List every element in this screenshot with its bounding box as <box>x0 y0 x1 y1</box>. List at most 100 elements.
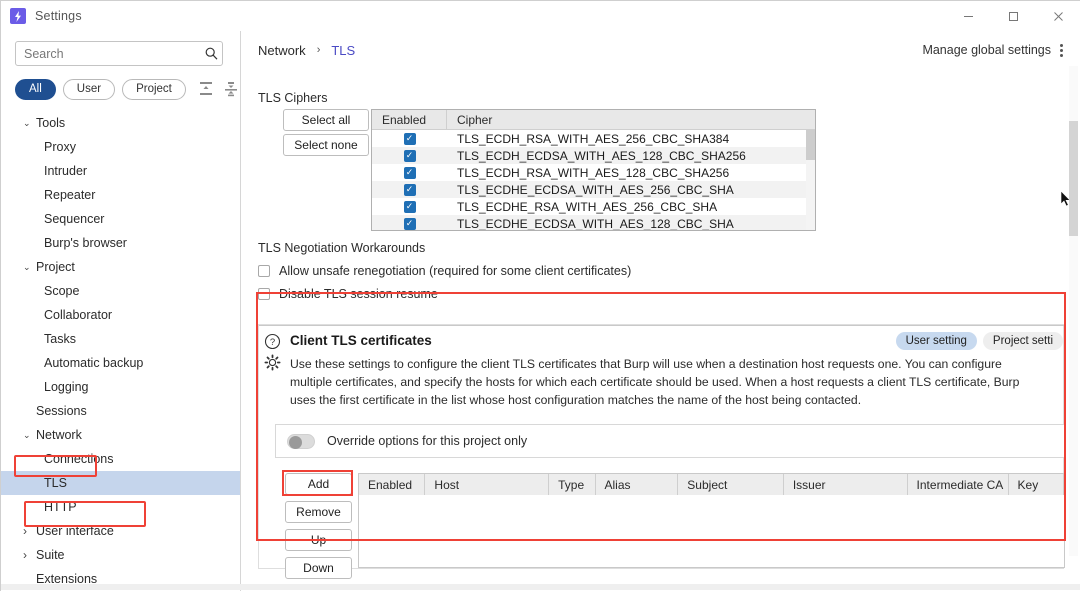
filter-pill-user[interactable]: User <box>62 78 116 100</box>
certificates-col-alias[interactable]: Alias <box>596 474 679 495</box>
sidebar-item-http[interactable]: HTTP <box>1 495 240 519</box>
cipher-scrollbar[interactable] <box>806 130 815 230</box>
cipher-row[interactable]: ✓ TLS_ECDHE_ECDSA_WITH_AES_128_CBC_SHA <box>372 215 815 231</box>
override-toggle[interactable] <box>287 433 315 449</box>
cipher-col-enabled: Enabled <box>372 110 447 130</box>
sidebar-item-tls[interactable]: TLS <box>1 471 240 495</box>
sidebar-item-automatic-backup[interactable]: Automatic backup <box>1 351 240 375</box>
maximize-button[interactable] <box>991 1 1036 31</box>
checkbox-allow-unsafe-renegotiation[interactable] <box>258 265 270 277</box>
sidebar-item-intruder[interactable]: Intruder <box>1 159 240 183</box>
sidebar-item-connections[interactable]: Connections <box>1 447 240 471</box>
sidebar-item-repeater[interactable]: Repeater <box>1 183 240 207</box>
sidebar-item-tools[interactable]: ⌄ Tools <box>1 111 240 135</box>
search-icon <box>200 47 222 60</box>
chevron-down-icon[interactable]: ⌄ <box>23 255 31 279</box>
scope-filter-row: All User Project <box>15 75 237 103</box>
window-title: Settings <box>35 9 82 23</box>
sidebar-item-scope[interactable]: Scope <box>1 279 240 303</box>
certificates-col-type[interactable]: Type <box>549 474 596 495</box>
cipher-name: TLS_ECDHE_RSA_WITH_AES_256_CBC_SHA <box>457 199 718 214</box>
breadcrumb-parent[interactable]: Network <box>258 43 306 58</box>
expand-all-icon[interactable] <box>224 81 238 97</box>
cipher-row[interactable]: ✓ TLS_ECDH_RSA_WITH_AES_128_CBC_SHA256 <box>372 164 815 181</box>
cipher-enabled-checkbox[interactable]: ✓ <box>372 183 447 196</box>
window-controls <box>946 1 1080 31</box>
minimize-button[interactable] <box>946 1 991 31</box>
remove-button[interactable]: Remove <box>285 501 352 523</box>
sidebar-item-label: User interface <box>36 524 114 538</box>
certificates-col-enabled[interactable]: Enabled <box>359 474 426 495</box>
sidebar-item-label: Proxy <box>44 140 76 154</box>
sidebar-item-collaborator[interactable]: Collaborator <box>1 303 240 327</box>
sidebar-item-label: Tools <box>36 116 66 130</box>
sidebar-item-user-interface[interactable]: › User interface <box>1 519 240 543</box>
select-all-button[interactable]: Select all <box>283 109 369 131</box>
sidebar-item-network[interactable]: ⌄ Network <box>1 423 240 447</box>
project-setting-pill[interactable]: Project setti <box>982 332 1063 350</box>
sidebar-item-burp-s-browser[interactable]: Burp's browser <box>1 231 240 255</box>
kebab-menu-icon[interactable] <box>1060 43 1063 57</box>
sidebar-item-sequencer[interactable]: Sequencer <box>1 207 240 231</box>
option-disable-tls-session-resume[interactable]: Disable TLS session resume <box>258 287 438 301</box>
cipher-enabled-checkbox[interactable]: ✓ <box>372 149 447 162</box>
sidebar-item-logging[interactable]: Logging <box>1 375 240 399</box>
sidebar-item-tasks[interactable]: Tasks <box>1 327 240 351</box>
close-button[interactable] <box>1036 1 1080 31</box>
search-box[interactable] <box>15 41 223 66</box>
chevron-right-icon[interactable]: › <box>23 519 27 543</box>
cipher-enabled-checkbox[interactable]: ✓ <box>372 217 447 230</box>
chevron-down-icon[interactable]: ⌄ <box>23 423 31 447</box>
certificates-col-subject[interactable]: Subject <box>678 474 784 495</box>
certificates-col-issuer[interactable]: Issuer <box>784 474 908 495</box>
question-mark-icon[interactable]: ? <box>264 333 281 350</box>
cipher-row[interactable]: ✓ TLS_ECDH_ECDSA_WITH_AES_128_CBC_SHA256 <box>372 147 815 164</box>
chevron-down-icon[interactable]: ⌄ <box>23 111 31 135</box>
certificates-col-host[interactable]: Host <box>425 474 550 495</box>
certificates-col-key[interactable]: Key <box>1009 474 1064 495</box>
main-scrollbar[interactable] <box>1069 66 1078 556</box>
svg-text:?: ? <box>270 337 275 348</box>
certificates-table[interactable]: Enabled Host Type Alias Subject Issuer Interme… <box>358 473 1065 568</box>
add-button[interactable]: Add <box>285 473 352 495</box>
sidebar-item-project[interactable]: ⌄ Project <box>1 255 240 279</box>
cipher-enabled-checkbox[interactable]: ✓ <box>372 132 447 145</box>
chevron-right-icon: › <box>316 44 321 56</box>
filter-pill-all[interactable]: All <box>15 78 56 100</box>
up-button[interactable]: Up <box>285 529 352 551</box>
cipher-enabled-checkbox[interactable]: ✓ <box>372 166 447 179</box>
cipher-row[interactable]: ✓ TLS_ECDHE_ECDSA_WITH_AES_256_CBC_SHA <box>372 181 815 198</box>
checkmark-icon: ✓ <box>403 200 416 213</box>
select-none-button[interactable]: Select none <box>283 134 369 156</box>
breadcrumb: Network › TLS <box>258 39 355 61</box>
certificates-col-intermediate-ca[interactable]: Intermediate CA <box>908 474 1009 495</box>
cipher-row[interactable]: ✓ TLS_ECDH_RSA_WITH_AES_256_CBC_SHA384 <box>372 130 815 147</box>
user-setting-pill[interactable]: User setting <box>895 332 977 350</box>
certificates-table-body[interactable] <box>359 495 1064 567</box>
sidebar-item-label: Logging <box>44 380 89 394</box>
manage-global-settings-button[interactable]: Manage global settings <box>922 39 1063 61</box>
sidebar-item-proxy[interactable]: Proxy <box>1 135 240 159</box>
setting-scope-pills: User setting Project setti <box>895 332 1063 350</box>
cipher-table[interactable]: Enabled Cipher ✓ TLS_ECDH_RSA_WITH_AES_25… <box>371 109 816 231</box>
sidebar-item-sessions[interactable]: Sessions <box>1 399 240 423</box>
sidebar-item-label: Network <box>36 428 82 442</box>
card-title: Client TLS certificates <box>290 333 432 348</box>
cipher-row[interactable]: ✓ TLS_ECDHE_RSA_WITH_AES_256_CBC_SHA <box>372 198 815 215</box>
gear-icon[interactable] <box>264 354 281 371</box>
sidebar-item-label: Repeater <box>44 188 96 202</box>
filter-pill-project[interactable]: Project <box>122 78 186 100</box>
chevron-right-icon[interactable]: › <box>23 543 27 567</box>
option-allow-unsafe-renegotiation[interactable]: Allow unsafe renegotiation (required for… <box>258 264 631 278</box>
sidebar-item-label: Intruder <box>44 164 88 178</box>
down-button[interactable]: Down <box>285 557 352 579</box>
override-options-row[interactable]: Override options for this project only <box>275 424 1065 458</box>
checkmark-icon: ✓ <box>403 217 416 230</box>
checkbox-disable-tls-session-resume[interactable] <box>258 288 270 300</box>
sidebar-item-label: TLS <box>44 476 67 490</box>
cipher-enabled-checkbox[interactable]: ✓ <box>372 200 447 213</box>
cipher-name: TLS_ECDHE_ECDSA_WITH_AES_128_CBC_SHA <box>457 216 734 231</box>
collapse-all-icon[interactable] <box>199 81 213 97</box>
search-input[interactable] <box>16 46 200 61</box>
sidebar-item-suite[interactable]: › Suite <box>1 543 240 567</box>
